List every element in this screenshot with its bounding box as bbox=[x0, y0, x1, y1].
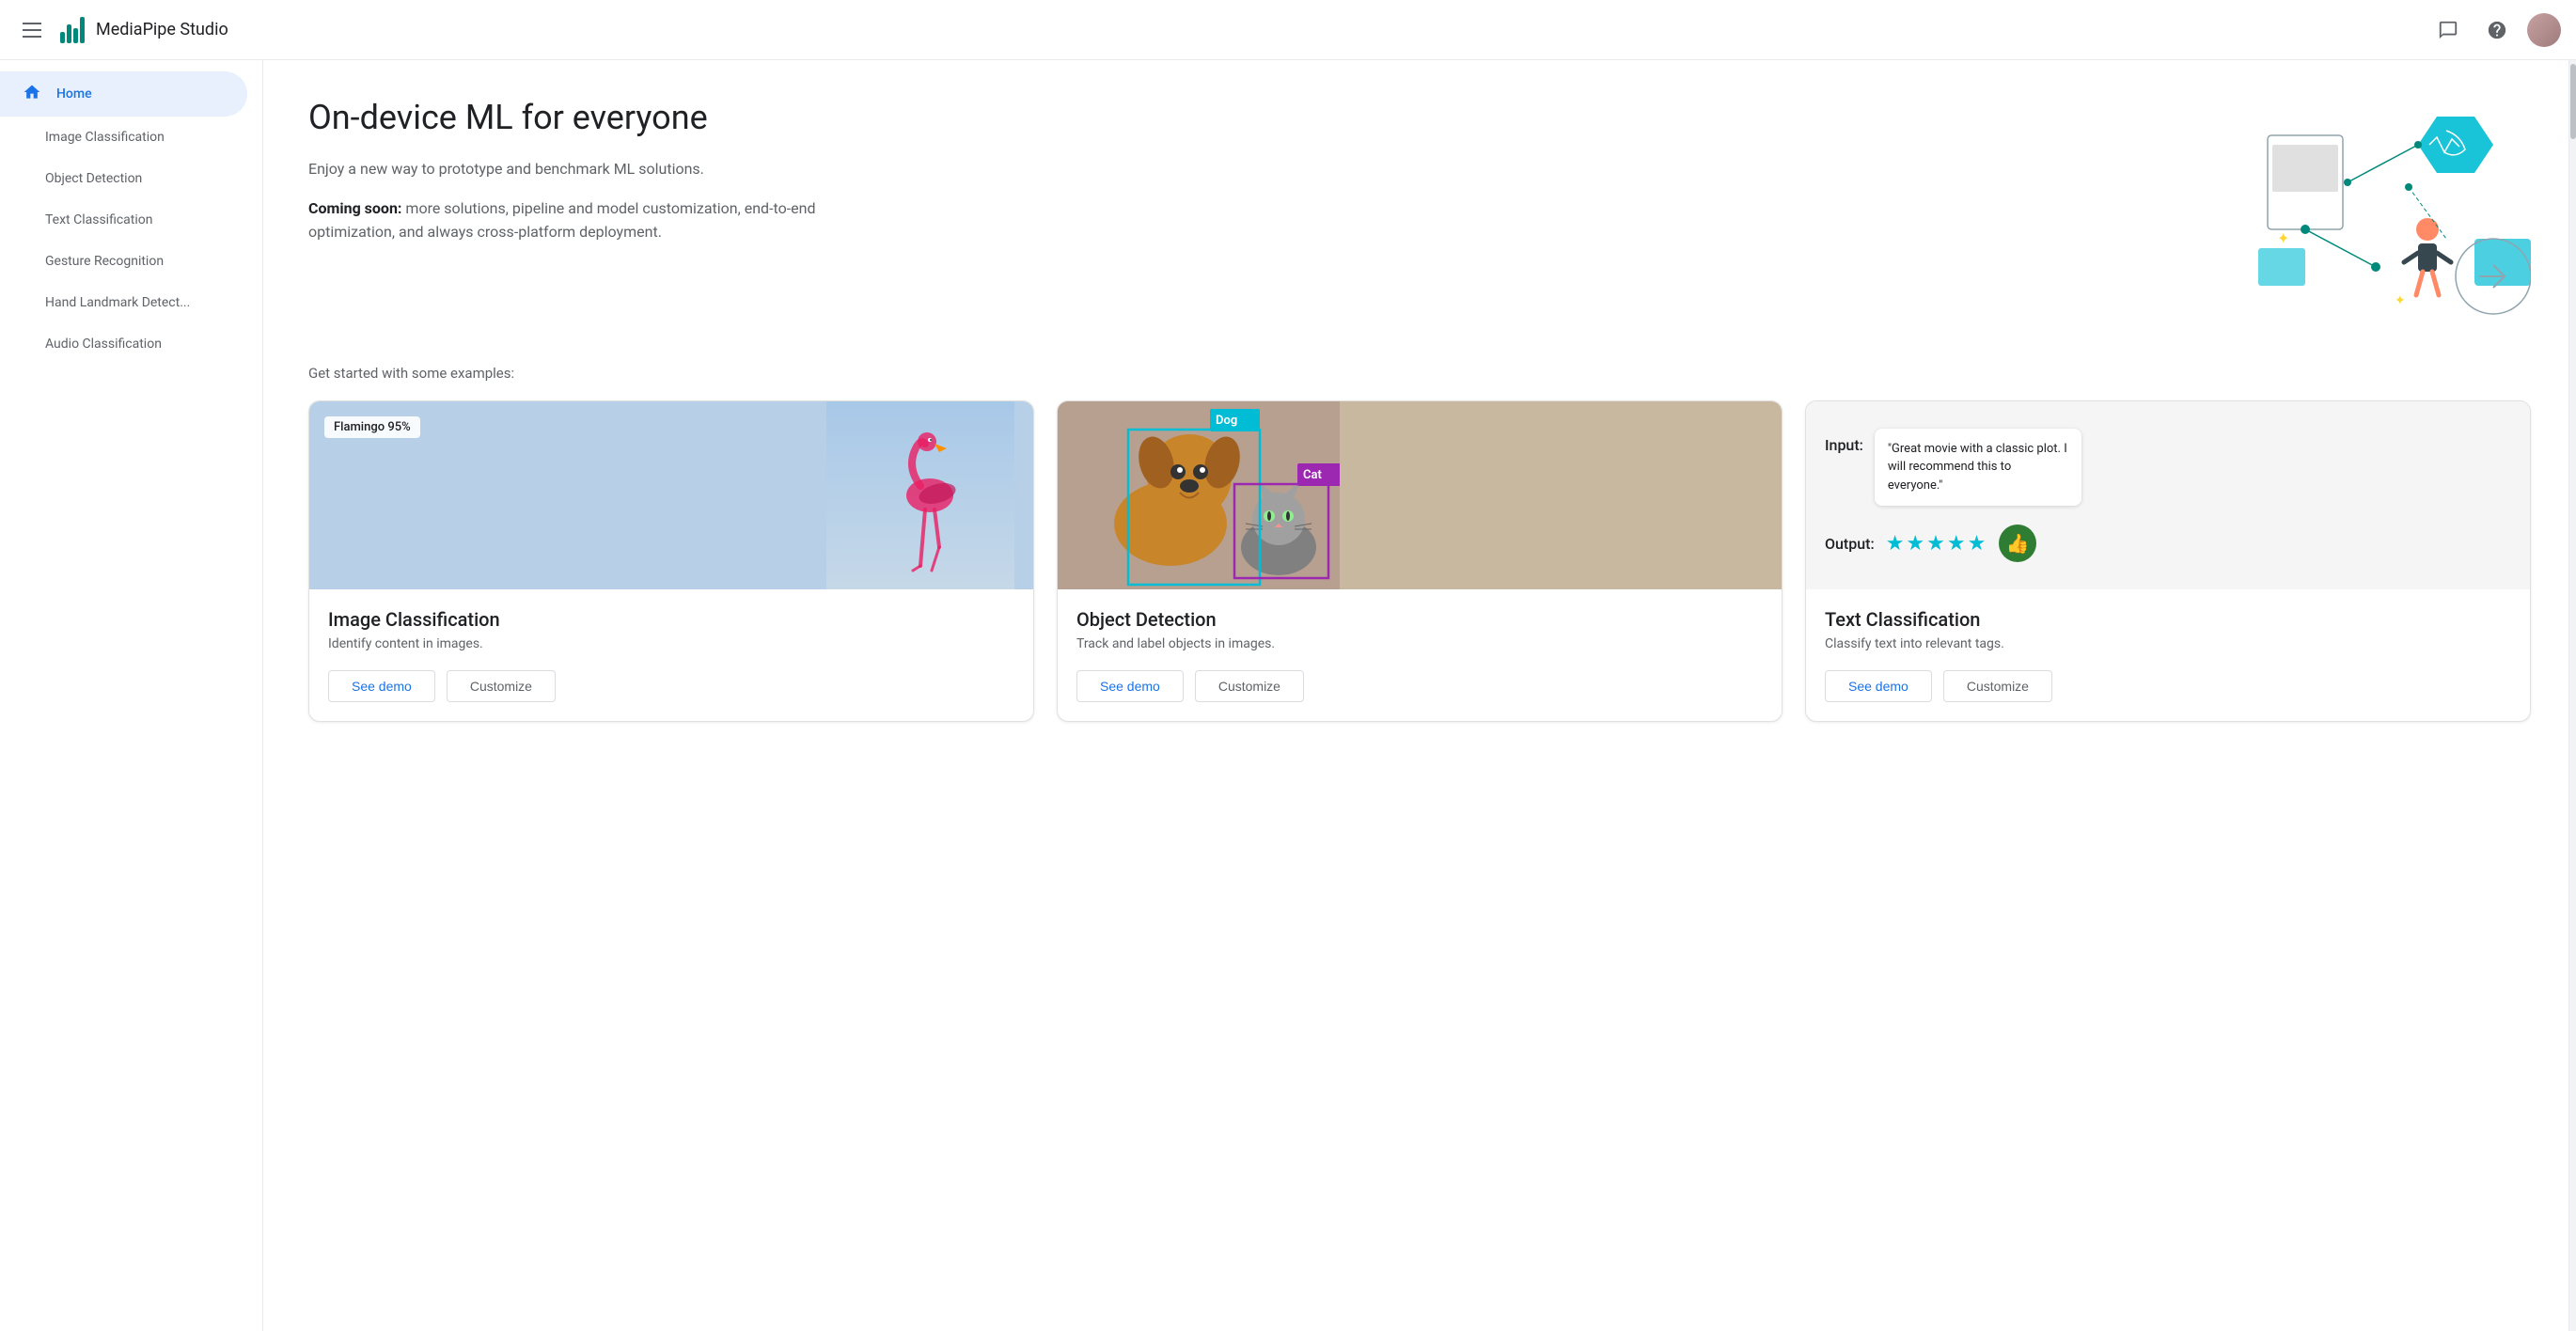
hero-coming-soon: Coming soon: more solutions, pipeline an… bbox=[308, 196, 891, 244]
card-actions: See demo Customize bbox=[1058, 670, 1782, 721]
thumbs-up-icon: 👍 bbox=[1999, 525, 2036, 562]
hero-description: Enjoy a new way to prototype and benchma… bbox=[308, 157, 891, 181]
flamingo-detection-label: Flamingo 95% bbox=[324, 416, 420, 438]
app-title: MediaPipe Studio bbox=[96, 20, 228, 39]
text-output-row: Output: ★★★★★ 👍 bbox=[1825, 525, 2511, 562]
help-button[interactable] bbox=[2478, 11, 2516, 49]
main-content: On-device ML for everyone Enjoy a new wa… bbox=[263, 60, 2576, 1331]
card-body: Object Detection Track and label objects… bbox=[1058, 589, 1782, 651]
hero-text: On-device ML for everyone Enjoy a new wa… bbox=[308, 98, 891, 259]
card-text-classification: Input: "Great movie with a classic plot.… bbox=[1805, 400, 2531, 722]
sidebar-item-text-classification[interactable]: Text Classification bbox=[0, 199, 247, 241]
svg-text:✦: ✦ bbox=[2395, 293, 2406, 308]
input-text-box: "Great movie with a classic plot. I will… bbox=[1875, 429, 2081, 507]
sidebar-item-label: Gesture Recognition bbox=[45, 254, 164, 269]
sidebar-item-gesture-recognition[interactable]: Gesture Recognition bbox=[0, 241, 247, 282]
svg-text:Cat: Cat bbox=[1303, 468, 1322, 482]
card-actions: See demo Customize bbox=[309, 670, 1033, 721]
home-icon bbox=[23, 83, 41, 106]
feedback-button[interactable] bbox=[2429, 11, 2467, 49]
input-label: Input: bbox=[1825, 436, 1863, 454]
svg-text:✦: ✦ bbox=[2277, 229, 2289, 247]
logo-icon bbox=[60, 17, 85, 43]
card-image: Flamingo 95% bbox=[309, 401, 1033, 589]
sidebar-item-home[interactable]: Home bbox=[0, 71, 247, 117]
card-actions: See demo Customize bbox=[1806, 670, 2530, 721]
hero-illustration: ✦ ✦ bbox=[2211, 98, 2531, 327]
topbar-right bbox=[2429, 11, 2561, 49]
text-demo-content: Input: "Great movie with a classic plot.… bbox=[1825, 429, 2511, 563]
sidebar-item-audio-classification[interactable]: Audio Classification bbox=[0, 323, 247, 365]
customize-button[interactable]: Customize bbox=[447, 670, 556, 702]
examples-label: Get started with some examples: bbox=[308, 365, 2531, 382]
hero-section: On-device ML for everyone Enjoy a new wa… bbox=[308, 98, 2531, 327]
scrollbar-thumb[interactable] bbox=[2570, 64, 2576, 139]
topbar: MediaPipe Studio bbox=[0, 0, 2576, 60]
sidebar-item-label: Text Classification bbox=[45, 212, 153, 227]
layout: Home Image Classification Object Detecti… bbox=[0, 60, 2576, 1331]
avatar[interactable] bbox=[2527, 13, 2561, 47]
customize-button[interactable]: Customize bbox=[1195, 670, 1304, 702]
sidebar-item-label: Hand Landmark Detect... bbox=[45, 295, 190, 310]
scrollbar[interactable] bbox=[2568, 60, 2576, 1331]
sidebar-item-image-classification[interactable]: Image Classification bbox=[0, 117, 247, 158]
card-title: Text Classification bbox=[1825, 608, 2511, 631]
card-image-classification: Flamingo 95% bbox=[308, 400, 1034, 722]
menu-button[interactable] bbox=[15, 15, 49, 45]
svg-text:Dog: Dog bbox=[1216, 414, 1237, 428]
sidebar-item-hand-landmark[interactable]: Hand Landmark Detect... bbox=[0, 282, 247, 323]
sidebar-item-label: Audio Classification bbox=[45, 337, 162, 352]
card-description: Track and label objects in images. bbox=[1076, 636, 1763, 651]
see-demo-button[interactable]: See demo bbox=[328, 670, 435, 702]
output-label: Output: bbox=[1825, 535, 1875, 553]
sidebar-item-label: Object Detection bbox=[45, 171, 142, 186]
hero-title: On-device ML for everyone bbox=[308, 98, 891, 138]
sidebar: Home Image Classification Object Detecti… bbox=[0, 60, 263, 1331]
sidebar-item-home-label: Home bbox=[56, 86, 92, 102]
text-input-row: Input: "Great movie with a classic plot.… bbox=[1825, 429, 2511, 507]
customize-button[interactable]: Customize bbox=[1943, 670, 2052, 702]
card-body: Text Classification Classify text into r… bbox=[1806, 589, 2530, 651]
rating-stars: ★★★★★ bbox=[1886, 532, 1988, 556]
card-object-detection: Dog Cat Object Detection Track and label… bbox=[1057, 400, 1783, 722]
card-image-detection: Dog Cat bbox=[1058, 401, 1782, 589]
card-description: Classify text into relevant tags. bbox=[1825, 636, 2511, 651]
card-text-scene: Input: "Great movie with a classic plot.… bbox=[1806, 401, 2530, 589]
card-description: Identify content in images. bbox=[328, 636, 1014, 651]
card-body: Image Classification Identify content in… bbox=[309, 589, 1033, 651]
cards-row: Flamingo 95% bbox=[308, 400, 2531, 722]
card-title: Object Detection bbox=[1076, 608, 1763, 631]
card-title: Image Classification bbox=[328, 608, 1014, 631]
see-demo-button[interactable]: See demo bbox=[1076, 670, 1184, 702]
sidebar-item-object-detection[interactable]: Object Detection bbox=[0, 158, 247, 199]
topbar-left: MediaPipe Studio bbox=[15, 15, 2429, 45]
sidebar-item-label: Image Classification bbox=[45, 130, 165, 145]
see-demo-button[interactable]: See demo bbox=[1825, 670, 1932, 702]
